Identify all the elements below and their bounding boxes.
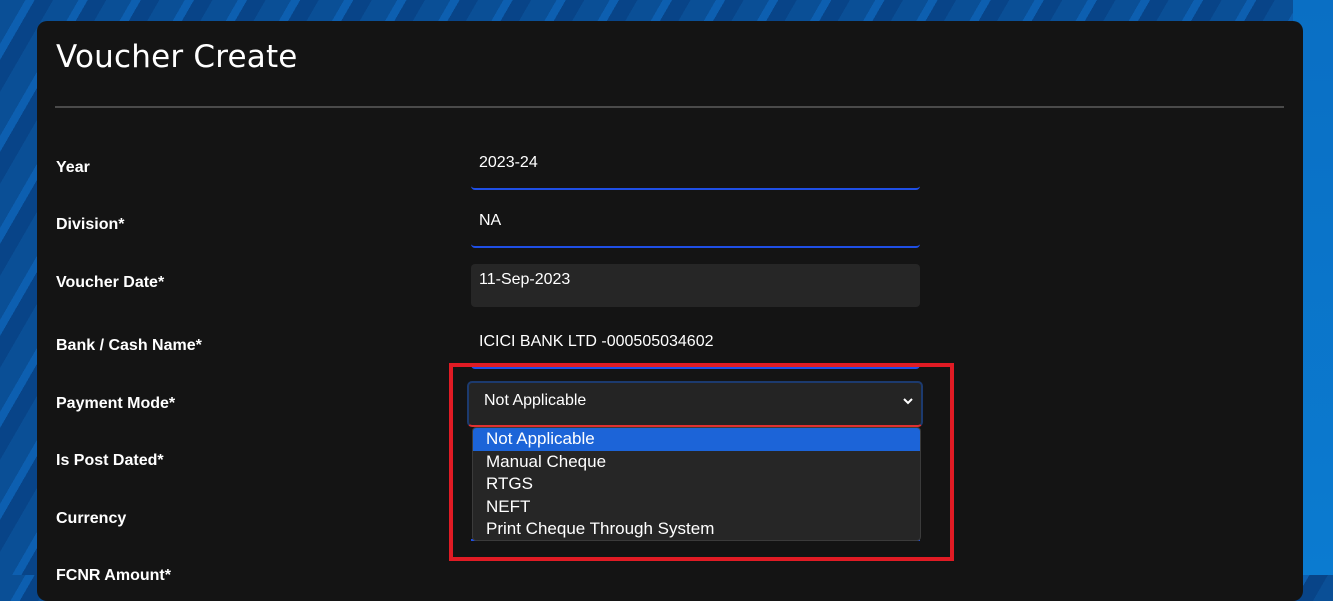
page-title: Voucher Create — [56, 39, 298, 75]
payment-mode-selected-value: Not Applicable — [484, 392, 587, 409]
payment-mode-label: Payment Mode* — [56, 395, 176, 412]
bank-cash-name-label: Bank / Cash Name* — [56, 337, 202, 354]
payment-mode-option[interactable]: Print Cheque Through System — [473, 518, 920, 540]
voucher-date-field[interactable]: 11-Sep-2023 — [471, 264, 920, 307]
is-post-dated-label: Is Post Dated* — [56, 452, 164, 469]
year-field[interactable]: 2023-24 — [471, 142, 920, 190]
payment-mode-select[interactable]: Not Applicable — [467, 381, 923, 427]
payment-mode-option[interactable]: RTGS — [473, 473, 920, 496]
voucher-date-value: 11-Sep-2023 — [479, 271, 571, 288]
fcnr-amount-label: FCNR Amount* — [56, 567, 171, 584]
year-value: 2023-24 — [479, 154, 538, 171]
title-divider — [55, 106, 1284, 108]
bank-cash-name-field[interactable]: ICICI BANK LTD -000505034602 — [471, 321, 920, 369]
division-field[interactable]: NA — [471, 200, 920, 248]
voucher-date-label: Voucher Date* — [56, 274, 165, 291]
currency-label: Currency — [56, 510, 127, 527]
division-value: NA — [479, 212, 502, 229]
year-label: Year — [56, 159, 90, 176]
payment-mode-option[interactable]: Manual Cheque — [473, 451, 920, 474]
bank-cash-name-value: ICICI BANK LTD -000505034602 — [479, 333, 714, 350]
voucher-form-card: Voucher Create Year 2023-24 Division* NA… — [37, 21, 1303, 601]
payment-mode-option[interactable]: Not Applicable — [473, 428, 920, 451]
chevron-down-icon — [902, 394, 914, 410]
payment-mode-option[interactable]: NEFT — [473, 496, 920, 519]
division-label: Division* — [56, 216, 125, 233]
payment-mode-dropdown: Not Applicable Manual Cheque RTGS NEFT P… — [472, 427, 921, 541]
